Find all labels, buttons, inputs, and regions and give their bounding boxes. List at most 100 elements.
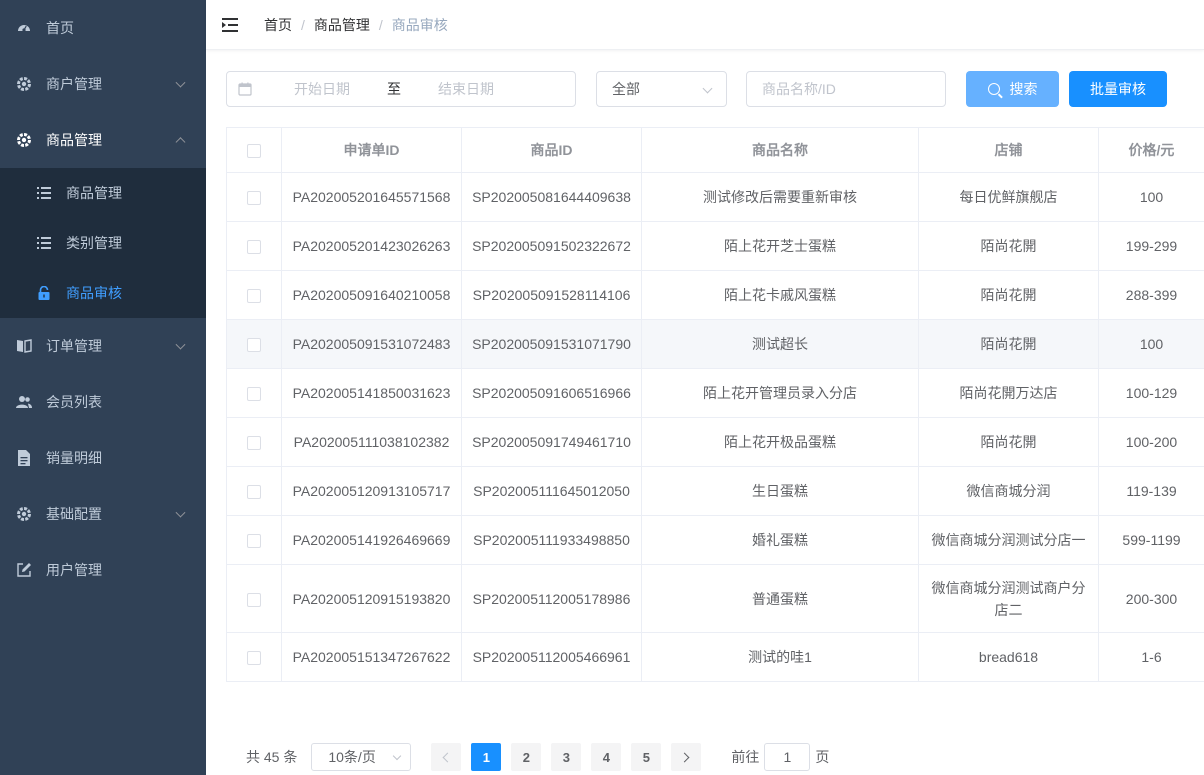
breadcrumb: 首页 / 商品管理 / 商品审核 xyxy=(264,15,448,35)
list-icon xyxy=(36,187,52,199)
price-cell: 100 xyxy=(1098,172,1204,222)
lock-icon xyxy=(36,286,52,300)
shop-cell: 陌尚花開 xyxy=(918,221,1099,271)
table-row[interactable]: PA202005141850031623 SP20200509160651696… xyxy=(226,368,1204,418)
sidebar-item-sales-detail[interactable]: 销量明细 xyxy=(0,430,206,486)
next-page-button[interactable] xyxy=(671,743,702,771)
sidebar-item-category-manage[interactable]: 类别管理 xyxy=(0,218,206,268)
product-name-cell: 测试修改后需要重新审核 xyxy=(641,172,919,222)
table-row[interactable]: PA202005091640210058 SP20200509152811410… xyxy=(226,270,1204,320)
sidebar-item-label: 类别管理 xyxy=(66,235,122,251)
select-all-checkbox[interactable] xyxy=(247,144,261,159)
goto-prefix: 前往 xyxy=(731,749,760,765)
table-row[interactable]: PA202005120915193820 SP20200511200517898… xyxy=(226,564,1204,633)
sidebar-item-label: 商品审核 xyxy=(66,285,122,301)
search-button[interactable]: 搜索 xyxy=(966,71,1059,107)
row-checkbox[interactable] xyxy=(247,191,261,206)
gear-icon xyxy=(16,76,32,92)
chevron-down-icon xyxy=(702,83,713,94)
sidebar-item-basic-config[interactable]: 基础配置 xyxy=(0,486,206,542)
sidebar-item-product-review[interactable]: 商品审核 xyxy=(0,268,206,318)
product-name-cell: 陌上花开芝士蛋糕 xyxy=(641,221,919,271)
table-row[interactable]: PA202005120913105717 SP20200511164501205… xyxy=(226,466,1204,516)
sidebar-item-label: 商品管理 xyxy=(66,185,122,201)
product-name-cell: 生日蛋糕 xyxy=(641,466,919,516)
start-date-input[interactable] xyxy=(262,81,382,97)
price-cell: 119-139 xyxy=(1098,466,1204,516)
keyword-search-input[interactable] xyxy=(746,71,946,107)
table-row[interactable]: PA202005151347267622 SP20200511200546696… xyxy=(226,632,1204,682)
goto-suffix: 页 xyxy=(815,749,830,765)
batch-review-button[interactable]: 批量审核 xyxy=(1069,71,1167,107)
row-checkbox[interactable] xyxy=(247,240,261,255)
table-row[interactable]: PA202005201645571568 SP20200508164440963… xyxy=(226,172,1204,222)
sidebar-item-members[interactable]: 会员列表 xyxy=(0,374,206,430)
chevron-left-icon xyxy=(442,752,453,762)
column-header: 商品ID xyxy=(461,127,642,173)
row-checkbox[interactable] xyxy=(247,485,261,500)
pagination: 共 45 条 10条/页 1 2 3 4 5 前往 页 xyxy=(246,743,829,771)
row-checkbox[interactable] xyxy=(247,534,261,549)
table-row[interactable]: PA202005091531072483 SP20200509153107179… xyxy=(226,319,1204,369)
page-button[interactable]: 2 xyxy=(511,743,542,771)
product-name-cell: 婚礼蛋糕 xyxy=(641,515,919,565)
sidebar-item-orders[interactable]: 订单管理 xyxy=(0,318,206,374)
row-checkbox[interactable] xyxy=(247,289,261,304)
row-select-cell xyxy=(226,270,282,320)
product-id-cell: SP202005112005466961 xyxy=(461,632,642,682)
application-id-cell: PA202005201645571568 xyxy=(281,172,462,222)
navbar: 首页 / 商品管理 / 商品审核 xyxy=(206,0,1204,50)
table-row[interactable]: PA202005201423026263 SP20200509150232267… xyxy=(226,221,1204,271)
product-id-cell: SP202005111933498850 xyxy=(461,515,642,565)
sidebar: 首页 商户管理 商品管理 商品管理 类别管理 商品审核 订单管理 会员列表 销量… xyxy=(0,0,206,775)
product-name-cell: 陌上花开管理员录入分店 xyxy=(641,368,919,418)
page-button[interactable]: 1 xyxy=(471,743,502,771)
prev-page-button[interactable] xyxy=(431,743,462,771)
sidebar-item-merchant[interactable]: 商户管理 xyxy=(0,56,206,112)
main-content: 首页 / 商品管理 / 商品审核 至 全部 xyxy=(206,0,1204,775)
sidebar-item-label: 销量明细 xyxy=(46,450,102,466)
row-select-cell xyxy=(226,564,282,633)
product-id-cell: SP202005111645012050 xyxy=(461,466,642,516)
page-button[interactable]: 4 xyxy=(591,743,622,771)
page-button[interactable]: 5 xyxy=(631,743,662,771)
breadcrumb-products[interactable]: 商品管理 xyxy=(314,15,370,35)
page-size-select[interactable]: 10条/页 xyxy=(311,743,412,771)
table-row[interactable]: PA202005111038102382 SP20200509174946171… xyxy=(226,417,1204,467)
row-checkbox[interactable] xyxy=(247,651,261,666)
row-checkbox[interactable] xyxy=(247,592,261,607)
price-cell: 599-1199 xyxy=(1098,515,1204,565)
row-checkbox[interactable] xyxy=(247,436,261,451)
gear-icon xyxy=(16,132,32,148)
product-id-cell: SP202005091528114106 xyxy=(461,270,642,320)
breadcrumb-home[interactable]: 首页 xyxy=(264,15,292,35)
goto-page-input[interactable] xyxy=(764,743,811,771)
table-row[interactable]: PA202005141926469669 SP20200511193349885… xyxy=(226,515,1204,565)
range-separator: 至 xyxy=(387,81,401,97)
application-id-cell: PA202005111038102382 xyxy=(281,417,462,467)
shop-cell: 微信商城分润测试商户分店二 xyxy=(918,564,1099,633)
page-button[interactable]: 3 xyxy=(551,743,582,771)
row-checkbox[interactable] xyxy=(247,338,261,353)
price-cell: 1-6 xyxy=(1098,632,1204,682)
hamburger-icon[interactable] xyxy=(222,17,240,33)
end-date-input[interactable] xyxy=(406,81,526,97)
sidebar-item-products[interactable]: 商品管理 xyxy=(0,112,206,168)
chevron-up-icon xyxy=(175,137,186,148)
row-select-cell xyxy=(226,466,282,516)
sidebar-item-user-manage[interactable]: 用户管理 xyxy=(0,542,206,598)
date-range-picker[interactable]: 至 xyxy=(226,71,576,107)
product-id-cell: SP202005091502322672 xyxy=(461,221,642,271)
product-name-cell: 测试的哇1 xyxy=(641,632,919,682)
sidebar-item-label: 会员列表 xyxy=(46,394,102,410)
product-name-cell: 普通蛋糕 xyxy=(641,564,919,633)
breadcrumb-current: 商品审核 xyxy=(391,16,448,33)
products-submenu: 商品管理 类别管理 商品审核 xyxy=(0,168,206,318)
sidebar-item-home[interactable]: 首页 xyxy=(0,0,206,56)
shop-cell: 每日优鲜旗舰店 xyxy=(918,172,1099,222)
sidebar-item-label: 商品管理 xyxy=(46,132,102,148)
row-checkbox[interactable] xyxy=(247,387,261,402)
calendar-icon xyxy=(238,82,252,96)
sidebar-item-product-manage[interactable]: 商品管理 xyxy=(0,168,206,218)
status-select[interactable]: 全部 xyxy=(596,71,727,107)
